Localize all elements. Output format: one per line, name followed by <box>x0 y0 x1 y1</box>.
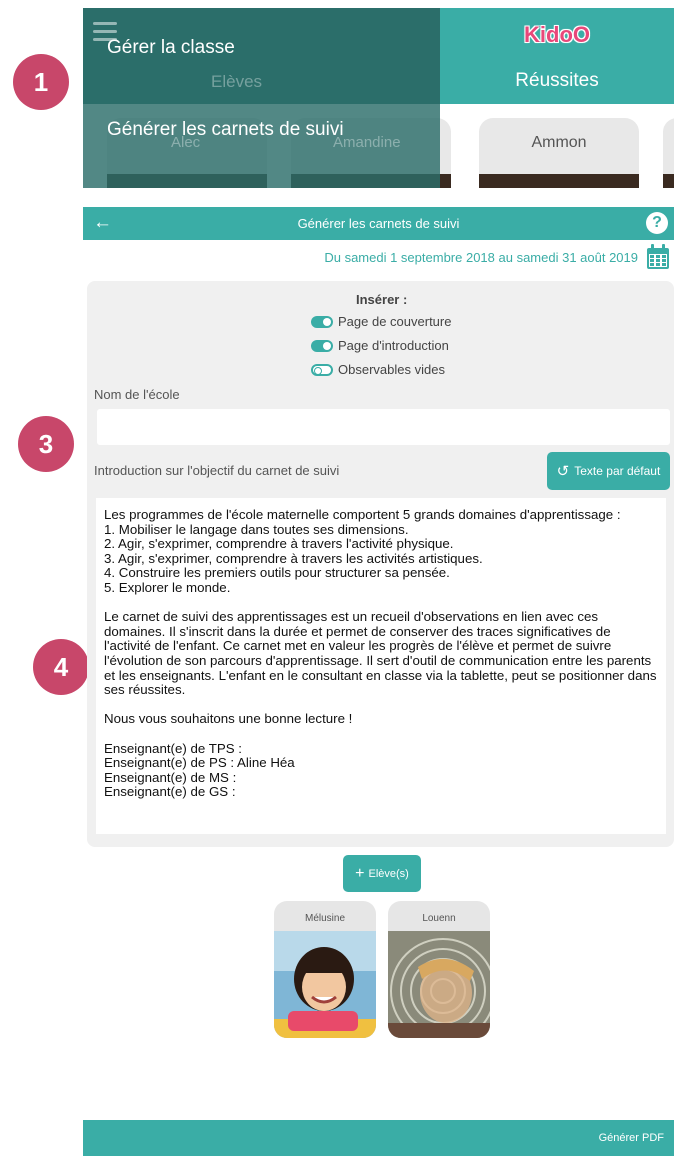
tab-reussites[interactable]: Réussites <box>440 70 674 92</box>
annotation-badge-1: 1 <box>13 54 69 110</box>
option-observables-vides[interactable]: Observables vides <box>311 362 445 377</box>
student-photo <box>274 931 376 1038</box>
option-label: Page de couverture <box>338 314 452 329</box>
intro-paragraph: Les programmes de l'école maternelle com… <box>104 507 621 595</box>
reset-icon: ↺ <box>556 463 570 480</box>
student-name-ammon: Ammon <box>531 134 587 151</box>
page-title: Générer les carnets de suivi <box>297 216 460 231</box>
insert-title: Insérer : <box>356 292 408 307</box>
toggle-switch[interactable] <box>311 339 333 352</box>
student-card-melusine[interactable]: Mélusine <box>274 901 376 1038</box>
intro-textarea[interactable]: Les programmes de l'école maternelle com… <box>96 498 666 834</box>
option-label: Observables vides <box>338 362 445 377</box>
student-card-partial[interactable] <box>663 118 674 188</box>
app-header: ← Générer les carnets de suivi ? <box>83 207 674 240</box>
add-students-button[interactable]: + Elève(s) <box>343 855 421 892</box>
date-range[interactable]: Du samedi 1 septembre 2018 au samedi 31 … <box>324 250 638 265</box>
student-card-ammon[interactable] <box>479 118 639 188</box>
toggle-switch[interactable] <box>311 315 333 328</box>
annotation-badge-3: 3 <box>18 416 74 472</box>
intro-paragraph: Enseignant(e) de TPS : Enseignant(e) de … <box>104 740 295 800</box>
toggle-switch[interactable] <box>311 363 333 376</box>
intro-label: Introduction sur l'objectif du carnet de… <box>94 463 340 478</box>
kidoo-logo: KidoO <box>524 22 590 47</box>
student-card-louenn[interactable]: Louenn <box>388 901 490 1038</box>
annotation-badge-4: 4 <box>33 639 89 695</box>
option-label: Page d'introduction <box>338 338 449 353</box>
student-name: Mélusine <box>304 913 346 924</box>
student-name: Louenn <box>422 913 456 924</box>
calendar-icon[interactable] <box>646 244 670 270</box>
student-photo <box>388 931 490 1038</box>
option-page-introduction[interactable]: Page d'introduction <box>311 338 449 353</box>
school-name-label: Nom de l'école <box>94 387 180 402</box>
default-text-button[interactable]: ↺ Texte par défaut <box>547 452 670 490</box>
plus-icon: + <box>355 864 365 882</box>
menu-overlay <box>83 8 440 188</box>
footer-bar: Générer PDF <box>83 1120 674 1156</box>
menu-item-gerer-classe[interactable]: Gérer la classe <box>107 37 235 59</box>
intro-paragraph: Nous vous souhaitons une bonne lecture ! <box>104 711 353 727</box>
top-screenshot: KidoO Réussites Ammon Elèves Alec Amandi… <box>83 8 674 188</box>
default-text-label: Texte par défaut <box>574 464 661 478</box>
menu-item-generer-carnets[interactable]: Générer les carnets de suivi <box>107 119 344 141</box>
logo-panel: KidoO Réussites <box>440 8 674 104</box>
tab-eleves[interactable]: Elèves <box>211 72 262 92</box>
generate-pdf-button[interactable]: Générer PDF <box>599 1132 664 1144</box>
help-icon[interactable]: ? <box>646 212 668 234</box>
school-name-input[interactable] <box>97 409 670 445</box>
intro-paragraph: Le carnet de suivi des apprentissages es… <box>104 609 657 698</box>
add-students-label: Elève(s) <box>368 867 409 880</box>
option-page-couverture[interactable]: Page de couverture <box>311 314 451 329</box>
